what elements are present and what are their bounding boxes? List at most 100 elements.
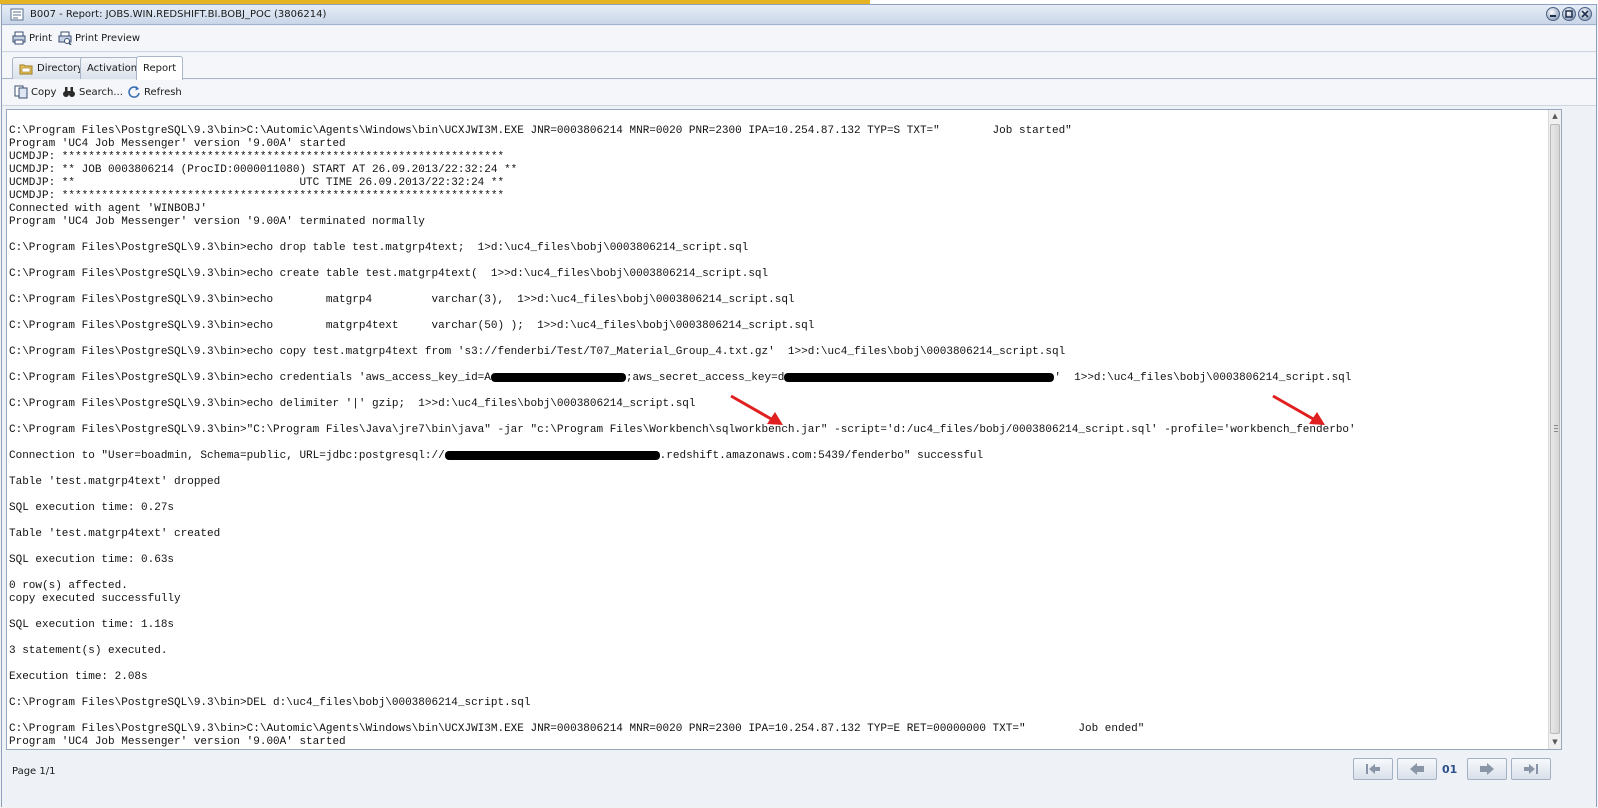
report-line <box>9 437 1547 450</box>
credentials-middle: ;aws_secret_access_key=d <box>625 372 785 384</box>
status-bar: Page 1/1 01 <box>2 753 1596 807</box>
copy-icon <box>14 85 28 99</box>
report-line: 0 row(s) affected. <box>9 580 128 592</box>
report-line: C:\Program Files\PostgreSQL\9.3\bin>C:\A… <box>9 723 1145 735</box>
window-controls <box>1546 7 1592 21</box>
red-annotation-arrow <box>1272 394 1325 425</box>
main-toolbar: Print Print Preview <box>2 26 1596 52</box>
report-line: SQL execution time: 1.18s <box>9 619 175 631</box>
search-button[interactable]: Search... <box>62 85 123 99</box>
report-line <box>9 606 1547 619</box>
report-lines: C:\Program Files\PostgreSQL\9.3\bin>C:\A… <box>9 125 1547 749</box>
red-annotation-arrow <box>730 394 783 425</box>
report-line-connection: Connection to "User=boadmin, Schema=publ… <box>9 450 1547 463</box>
grip-line <box>1554 431 1558 432</box>
current-page-number: 01 <box>1442 763 1458 776</box>
report-toolbar: Copy Search... Refresh <box>2 80 1596 106</box>
last-page-button[interactable] <box>1511 758 1551 780</box>
report-line <box>9 684 1547 697</box>
scrollbar-thumb[interactable] <box>1550 124 1560 734</box>
report-line: UCMDJP: ********************************… <box>9 190 505 202</box>
refresh-icon <box>128 86 140 98</box>
report-line: Program 'UC4 Job Messenger' version '9.0… <box>9 138 346 150</box>
minimize-icon <box>1550 15 1556 17</box>
report-line: C:\Program Files\PostgreSQL\9.3\bin>C:\A… <box>9 125 1072 137</box>
report-line: C:\Program Files\PostgreSQL\9.3\bin>DEL … <box>9 697 531 709</box>
tab-bar: Directory Activation Report <box>2 53 1596 80</box>
previous-page-button[interactable] <box>1397 758 1437 780</box>
report-line: copy executed successfully <box>9 593 181 605</box>
redacted-host <box>444 450 660 460</box>
window-title: B007 - Report: JOBS.WIN.REDSHIFT.BI.BOBJ… <box>30 9 327 20</box>
print-button[interactable]: Print <box>12 31 52 45</box>
vertical-scrollbar[interactable]: ▲ ▼ <box>1548 110 1561 749</box>
report-line: C:\Program Files\PostgreSQL\9.3\bin>echo… <box>9 346 1066 358</box>
report-window: B007 - Report: JOBS.WIN.REDSHIFT.BI.BOBJ… <box>1 4 1597 807</box>
next-page-button[interactable] <box>1467 758 1507 780</box>
redacted-secret-key <box>784 372 1055 382</box>
report-line: C:\Program Files\PostgreSQL\9.3\bin>echo… <box>9 294 795 306</box>
redacted-access-key <box>490 372 626 382</box>
folder-icon <box>19 64 33 74</box>
last-page-icon <box>1524 764 1538 774</box>
close-icon <box>1581 10 1589 18</box>
first-page-icon <box>1366 764 1380 774</box>
report-line <box>9 333 1547 346</box>
report-line <box>9 359 1547 372</box>
report-line: Program 'UC4 Job Messenger' version '9.0… <box>9 736 346 748</box>
report-line: UCMDJP: ********************************… <box>9 151 505 163</box>
report-line: Table 'test.matgrp4text' dropped <box>9 476 221 488</box>
report-line: UCMDJP: ** UTC TIME 26.09.2013/22:32:24 … <box>9 177 505 189</box>
minimize-button[interactable] <box>1546 7 1560 21</box>
grip-line <box>1554 428 1558 429</box>
tab-activation[interactable]: Activation <box>80 57 145 79</box>
tab-report[interactable]: Report <box>136 56 184 80</box>
print-preview-icon <box>58 31 72 45</box>
report-line <box>9 567 1547 580</box>
previous-page-icon <box>1410 763 1424 775</box>
tab-activation-label: Activation <box>87 63 138 74</box>
scroll-down-arrow-icon[interactable]: ▼ <box>1549 736 1561 748</box>
print-label: Print <box>29 32 53 44</box>
report-line: 3 statement(s) executed. <box>9 645 168 657</box>
scroll-up-arrow-icon[interactable]: ▲ <box>1549 110 1561 122</box>
refresh-button[interactable]: Refresh <box>127 85 182 99</box>
maximize-icon <box>1565 10 1573 18</box>
report-line <box>9 307 1547 320</box>
report-line <box>9 255 1547 268</box>
report-line: Execution time: 2.08s <box>9 671 148 683</box>
report-line: Table 'test.matgrp4text' created <box>9 528 221 540</box>
report-line: SQL execution time: 0.27s <box>9 502 175 514</box>
binoculars-icon <box>63 87 75 97</box>
copy-button[interactable]: Copy <box>14 85 56 99</box>
refresh-label: Refresh <box>144 86 182 98</box>
print-preview-button[interactable]: Print Preview <box>58 31 140 45</box>
report-line <box>9 541 1547 554</box>
copy-label: Copy <box>31 86 57 98</box>
report-line <box>9 229 1547 242</box>
credentials-prefix: C:\Program Files\PostgreSQL\9.3\bin>echo… <box>9 372 491 384</box>
page-indicator: Page 1/1 <box>12 766 56 777</box>
maximize-button[interactable] <box>1562 7 1576 21</box>
first-page-button[interactable] <box>1353 758 1393 780</box>
report-line <box>9 463 1547 476</box>
report-line <box>9 281 1547 294</box>
report-line <box>9 658 1547 671</box>
title-bar: B007 - Report: JOBS.WIN.REDSHIFT.BI.BOBJ… <box>2 5 1596 25</box>
next-page-icon <box>1480 763 1494 775</box>
grip-line <box>1554 425 1558 426</box>
report-line: C:\Program Files\PostgreSQL\9.3\bin>echo… <box>9 242 749 254</box>
report-text-area[interactable]: C:\Program Files\PostgreSQL\9.3\bin>C:\A… <box>6 109 1562 750</box>
report-line <box>9 515 1547 528</box>
close-button[interactable] <box>1578 7 1592 21</box>
tab-directory-label: Directory <box>37 63 84 74</box>
connection-prefix: Connection to "User=boadmin, Schema=publ… <box>9 450 445 462</box>
report-line <box>9 710 1547 723</box>
tab-directory[interactable]: Directory <box>12 57 91 79</box>
tab-report-label: Report <box>143 63 177 74</box>
report-line <box>9 489 1547 502</box>
printer-icon <box>12 31 26 45</box>
report-line: C:\Program Files\PostgreSQL\9.3\bin>echo… <box>9 320 815 332</box>
report-line: Connected with agent 'WINBOBJ' <box>9 203 208 215</box>
print-preview-label: Print Preview <box>75 32 141 44</box>
